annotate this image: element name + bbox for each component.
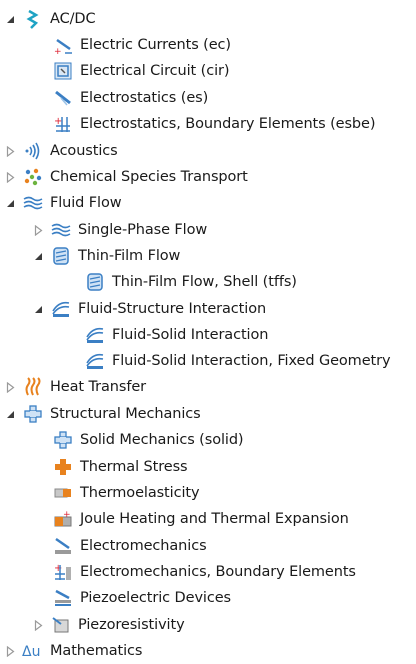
tree-item-fluid-flow[interactable]: Fluid Flow <box>4 190 122 216</box>
piezoresistivity-icon <box>50 614 72 636</box>
svg-text:+: + <box>63 510 71 520</box>
thin-film-flow-icon <box>50 245 72 267</box>
svg-text:Δu: Δu <box>22 644 40 660</box>
tree-item-chemical-species-transport[interactable]: Chemical Species Transport <box>4 164 248 190</box>
electrical-circuit-icon <box>52 60 74 82</box>
tree-item-label: Electrical Circuit (cir) <box>80 63 230 79</box>
tree-item-acoustics[interactable]: Acoustics <box>4 138 118 164</box>
expanded-arrow-icon[interactable] <box>4 190 16 216</box>
tree-item-acdc[interactable]: AC/DC <box>4 6 96 32</box>
tree-item-mathematics[interactable]: Δu Mathematics <box>4 638 142 664</box>
tree-item-electromechanics[interactable]: Electromechanics <box>52 533 207 559</box>
tree-item-heat-transfer[interactable]: Heat Transfer <box>4 374 146 400</box>
tree-item-label: Electric Currents (ec) <box>80 37 231 53</box>
electromechanics-icon <box>52 535 74 557</box>
tree-item-label: Electromechanics <box>80 538 207 554</box>
piezoelectric-icon <box>52 587 74 609</box>
tree-item-piezoelectric-devices[interactable]: Piezoelectric Devices <box>52 585 231 611</box>
tree-item-label: Fluid-Solid Interaction <box>112 327 269 343</box>
structural-mechanics-icon <box>22 403 44 425</box>
acoustics-icon <box>22 140 44 162</box>
boundary-elements-icon: + <box>52 113 74 135</box>
electrostatics-icon <box>52 87 74 109</box>
svg-text:+: + <box>54 47 62 55</box>
tree-item-label: Mathematics <box>50 643 143 659</box>
tree-item-piezoresistivity[interactable]: Piezoresistivity <box>32 612 185 638</box>
tree-item-joule-heating-thermal-expansion[interactable]: + Joule Heating and Thermal Expansion <box>52 506 349 532</box>
tree-item-electric-currents[interactable]: + Electric Currents (ec) <box>52 32 231 58</box>
tree-item-fluid-solid-interaction-fixed-geometry[interactable]: Fluid-Solid Interaction, Fixed Geometry <box>84 348 391 374</box>
tree-item-label: Acoustics <box>50 143 118 159</box>
chemical-species-icon <box>22 166 44 188</box>
collapsed-arrow-icon[interactable] <box>32 612 44 638</box>
tree-item-label: Fluid Flow <box>50 195 122 211</box>
tree-item-thin-film-flow[interactable]: Thin-Film Flow <box>32 243 180 269</box>
expanded-arrow-icon[interactable] <box>32 296 44 322</box>
tree-item-label: Electrostatics, Boundary Elements (esbe) <box>80 116 376 132</box>
thermoelasticity-icon <box>52 482 74 504</box>
fluid-solid-icon <box>84 324 106 346</box>
tree-item-fluid-solid-interaction[interactable]: Fluid-Solid Interaction <box>84 322 268 348</box>
collapsed-arrow-icon[interactable] <box>4 638 16 664</box>
tree-item-label: Piezoelectric Devices <box>80 590 231 606</box>
thermal-stress-icon <box>52 456 74 478</box>
tree-item-label: Heat Transfer <box>50 379 147 395</box>
expanded-arrow-icon[interactable] <box>4 401 16 427</box>
physics-tree: AC/DC + Electric Currents (ec) Electrica… <box>0 0 416 663</box>
tree-item-label: Thermal Stress <box>80 459 188 475</box>
joule-heating-icon: + <box>52 508 74 530</box>
fluid-structure-icon <box>50 298 72 320</box>
tree-item-label: Thin-Film Flow <box>78 248 181 264</box>
tree-item-label: Electrostatics (es) <box>80 90 209 106</box>
solid-mechanics-icon <box>52 429 74 451</box>
expanded-arrow-icon[interactable] <box>4 6 16 32</box>
expanded-arrow-icon[interactable] <box>32 243 44 269</box>
tree-item-label: Piezoresistivity <box>78 617 185 633</box>
tree-item-label: Solid Mechanics (solid) <box>80 432 244 448</box>
tree-item-label: Joule Heating and Thermal Expansion <box>80 511 349 527</box>
tree-item-fluid-structure-interaction[interactable]: Fluid-Structure Interaction <box>32 296 266 322</box>
tree-item-label: Electromechanics, Boundary Elements <box>80 564 356 580</box>
mathematics-icon: Δu <box>22 640 44 662</box>
tree-item-electrostatics[interactable]: Electrostatics (es) <box>52 85 208 111</box>
acdc-icon <box>22 8 44 30</box>
tree-item-thermal-stress[interactable]: Thermal Stress <box>52 454 188 480</box>
tree-item-thin-film-flow-shell[interactable]: Thin-Film Flow, Shell (tffs) <box>84 269 297 295</box>
tree-item-label: Fluid-Solid Interaction, Fixed Geometry <box>112 353 391 369</box>
tree-item-electromechanics-boundary-elements[interactable]: + Electromechanics, Boundary Elements <box>52 559 356 585</box>
tree-item-thermoelasticity[interactable]: Thermoelasticity <box>52 480 200 506</box>
electric-currents-icon: + <box>52 34 74 56</box>
single-phase-flow-icon <box>50 219 72 241</box>
collapsed-arrow-icon[interactable] <box>32 217 44 243</box>
fluid-solid-fixed-icon <box>84 350 106 372</box>
tree-item-label: Thermoelasticity <box>80 485 200 501</box>
thin-film-shell-icon <box>84 271 106 293</box>
tree-item-label: Thin-Film Flow, Shell (tffs) <box>112 274 297 290</box>
tree-item-structural-mechanics[interactable]: Structural Mechanics <box>4 401 201 427</box>
tree-item-label: Structural Mechanics <box>50 406 201 422</box>
collapsed-arrow-icon[interactable] <box>4 164 16 190</box>
collapsed-arrow-icon[interactable] <box>4 138 16 164</box>
tree-item-electrical-circuit[interactable]: Electrical Circuit (cir) <box>52 58 230 84</box>
collapsed-arrow-icon[interactable] <box>4 374 16 400</box>
tree-item-label: Chemical Species Transport <box>50 169 248 185</box>
tree-item-label: Fluid-Structure Interaction <box>78 301 267 317</box>
heat-transfer-icon <box>22 376 44 398</box>
tree-item-electrostatics-boundary-elements[interactable]: + Electrostatics, Boundary Elements (esb… <box>52 111 376 137</box>
tree-item-label: AC/DC <box>50 11 96 27</box>
svg-text:+: + <box>54 563 62 574</box>
tree-item-single-phase-flow[interactable]: Single-Phase Flow <box>32 217 207 243</box>
tree-item-solid-mechanics[interactable]: Solid Mechanics (solid) <box>52 427 244 453</box>
electromechanics-be-icon: + <box>52 561 74 583</box>
fluid-flow-icon <box>22 192 44 214</box>
tree-item-label: Single-Phase Flow <box>78 222 208 238</box>
